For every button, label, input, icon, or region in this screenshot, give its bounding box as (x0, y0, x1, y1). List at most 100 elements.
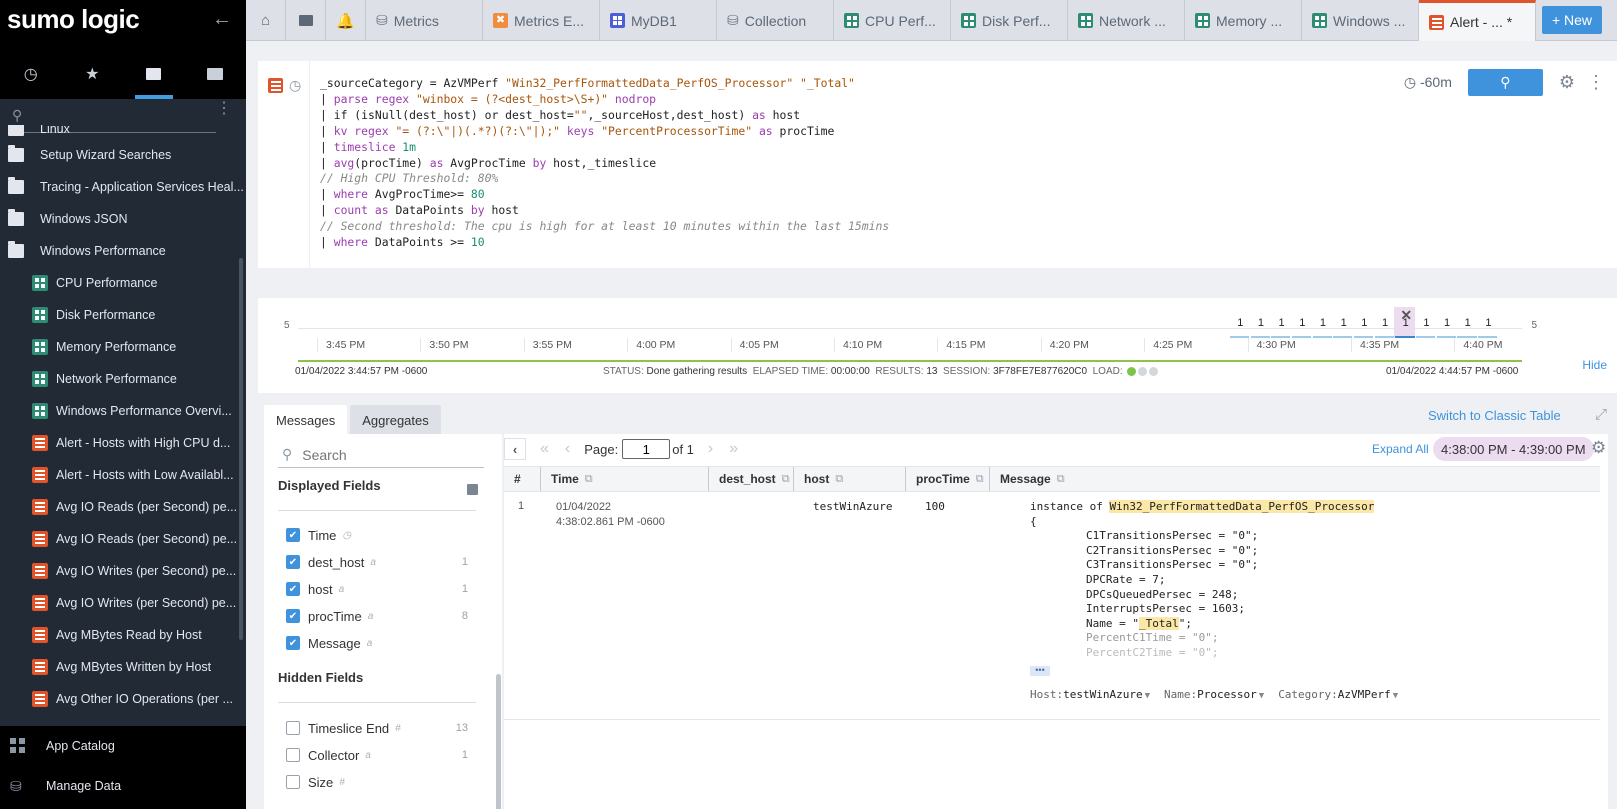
field-browser-scrollbar[interactable] (494, 434, 502, 809)
metadata-field[interactable]: Host:testWinAzure ▼ (1030, 688, 1150, 701)
time-filter-chip[interactable]: 4:38:00 PM - 4:39:00 PM (1433, 437, 1594, 461)
alerts-button[interactable]: 🔔 (326, 0, 366, 41)
tab-favorites[interactable]: ★ (62, 52, 124, 96)
checkbox-checked[interactable]: ✔ (286, 555, 300, 569)
column-header-dest-host[interactable]: dest_host ⧉ (708, 467, 793, 491)
tab-6[interactable]: Network ... (1068, 0, 1185, 41)
checkbox-unchecked[interactable] (286, 748, 300, 762)
tab-3[interactable]: ⛁ Collection (717, 0, 834, 41)
dropdown-caret-icon[interactable]: ▼ (1259, 691, 1264, 701)
field-search-input[interactable] (302, 446, 463, 463)
histogram-bar[interactable] (1457, 336, 1477, 338)
library-item[interactable]: Avg IO Reads (per Second) pe... (0, 523, 246, 555)
library-item[interactable]: Alert - Hosts with High CPU d... (0, 427, 246, 459)
library-button[interactable] (286, 0, 326, 41)
tab-9[interactable]: Alert - ... * (1419, 0, 1536, 41)
field-item[interactable]: Timeslice End #13 (286, 718, 476, 738)
field-search[interactable]: ⚲ (278, 442, 484, 468)
home-button[interactable]: ⌂ (246, 0, 286, 41)
histogram-bar[interactable] (1478, 336, 1498, 338)
histogram-bar[interactable] (1416, 336, 1436, 338)
tab-aggregates[interactable]: Aggregates (350, 405, 441, 435)
metadata-field[interactable]: Name:Processor ▼ (1164, 688, 1264, 701)
histogram-bar[interactable] (1250, 336, 1270, 338)
checkbox-checked[interactable]: ✔ (286, 582, 300, 596)
collapse-fields-button[interactable]: ‹ (504, 438, 526, 460)
library-item[interactable]: Windows Performance (0, 235, 246, 267)
library-item[interactable]: Disk Performance (0, 299, 246, 331)
table-settings-gear-icon[interactable]: ⚙ (1591, 438, 1606, 458)
collapse-sidebar-arrow-icon[interactable]: ← (212, 8, 232, 31)
more-options-icon[interactable]: ⋮ (216, 101, 232, 117)
tab-0[interactable]: ⛁ Metrics (366, 0, 483, 41)
library-item[interactable]: Avg IO Writes (per Second) pe... (0, 587, 246, 619)
field-item[interactable]: ✔ Time ◷ (286, 525, 476, 545)
show-more-button[interactable]: ••• (1030, 666, 1050, 676)
tab-personal[interactable] (123, 52, 185, 99)
page-number-input[interactable] (622, 439, 671, 459)
field-item[interactable]: ✔ dest_host a 1 (286, 552, 476, 572)
sidebar-scrollbar[interactable] (239, 258, 243, 640)
tab-library[interactable] (185, 52, 247, 96)
histogram-bar[interactable] (1291, 336, 1312, 338)
library-item[interactable]: Windows Performance Overvi... (0, 395, 246, 427)
histogram-bar[interactable] (1333, 336, 1353, 338)
copy-icon[interactable]: ⧉ (835, 473, 843, 486)
library-item[interactable]: Avg MBytes Read by Host (0, 619, 246, 651)
tab-1[interactable]: ✖ Metrics E... (483, 0, 600, 41)
checkbox-checked[interactable]: ✔ (286, 609, 300, 623)
library-item[interactable]: CPU Performance (0, 267, 246, 299)
library-item[interactable]: Windows JSON (0, 203, 246, 235)
field-item[interactable]: Collector a 1 (286, 745, 476, 765)
settings-gear-icon[interactable]: ⚙ (1559, 72, 1575, 93)
histogram-bar[interactable] (1436, 336, 1456, 338)
library-item[interactable]: Avg MBytes Written by Host (0, 651, 246, 683)
tab-2[interactable]: MyDB1 (600, 0, 717, 41)
query-editor[interactable]: _sourceCategory = AzVMPerf "Win32_PerfFo… (320, 76, 889, 251)
library-item[interactable]: Memory Performance (0, 331, 246, 363)
query-history-icon[interactable]: ◷ (289, 77, 301, 94)
histogram-bar[interactable] (1229, 336, 1250, 338)
histogram-bar[interactable] (1374, 336, 1394, 338)
save-fields-icon[interactable] (467, 484, 478, 495)
copy-icon[interactable]: ⧉ (976, 473, 984, 486)
library-item[interactable]: Alert - Hosts with Low Availabl... (0, 459, 246, 491)
histogram-bar[interactable] (1312, 336, 1332, 338)
copy-icon[interactable]: ⧉ (782, 473, 790, 486)
prev-page-icon[interactable]: ‹ (565, 440, 570, 458)
copy-icon[interactable]: ⧉ (585, 473, 593, 486)
histogram-bar[interactable] (1354, 336, 1374, 338)
tab-messages[interactable]: Messages (264, 405, 348, 435)
tab-5[interactable]: Disk Perf... (951, 0, 1068, 41)
next-page-icon[interactable]: › (708, 440, 713, 458)
histogram-bar[interactable] (1395, 336, 1415, 338)
column-header-time[interactable]: Time ⧉ (540, 467, 708, 491)
fullscreen-expand-icon[interactable]: ⤢ (1595, 406, 1607, 423)
tab-recent[interactable]: ◷ (0, 52, 62, 96)
run-search-button[interactable]: ⚲ (1467, 69, 1543, 96)
checkbox-unchecked[interactable] (286, 721, 300, 735)
tab-4[interactable]: CPU Perf... (834, 0, 951, 41)
library-item[interactable]: Avg Other IO Operations (per ... (0, 683, 246, 715)
nav-app-catalog[interactable]: App Catalog (0, 726, 246, 766)
checkbox-unchecked[interactable] (286, 775, 300, 789)
library-item[interactable]: Tracing - Application Services Heal... (0, 171, 246, 203)
field-item[interactable]: ✔ host a 1 (286, 579, 476, 599)
new-tab-button[interactable]: + New (1542, 6, 1602, 34)
table-row[interactable]: 1 01/04/2022 4:38:02.861 PM -0600 testWi… (504, 492, 1600, 720)
time-range-picker[interactable]: ◷ -60m (1404, 74, 1452, 91)
sidebar-search-input[interactable] (34, 105, 204, 125)
library-item[interactable]: Setup Wizard Searches (0, 139, 246, 171)
histogram-bar[interactable] (1271, 336, 1291, 338)
library-item[interactable]: Avg IO Writes (per Second) pe... (0, 555, 246, 587)
metadata-field[interactable]: Category:AzVMPerf ▼ (1278, 688, 1398, 701)
nav-manage-data[interactable]: ⛁ Manage Data (0, 766, 246, 806)
checkbox-checked[interactable]: ✔ (286, 636, 300, 650)
copy-icon[interactable]: ⧉ (1057, 473, 1065, 486)
column-header-host[interactable]: host ⧉ (793, 467, 905, 491)
more-options-icon[interactable]: ⋮ (1587, 72, 1605, 93)
first-page-icon[interactable]: « (540, 440, 549, 458)
field-item[interactable]: ✔ procTime a 8 (286, 606, 476, 626)
column-header-message[interactable]: Message ⧉ (989, 467, 1589, 491)
column-header-proctime[interactable]: procTime ⧉ (905, 467, 989, 491)
